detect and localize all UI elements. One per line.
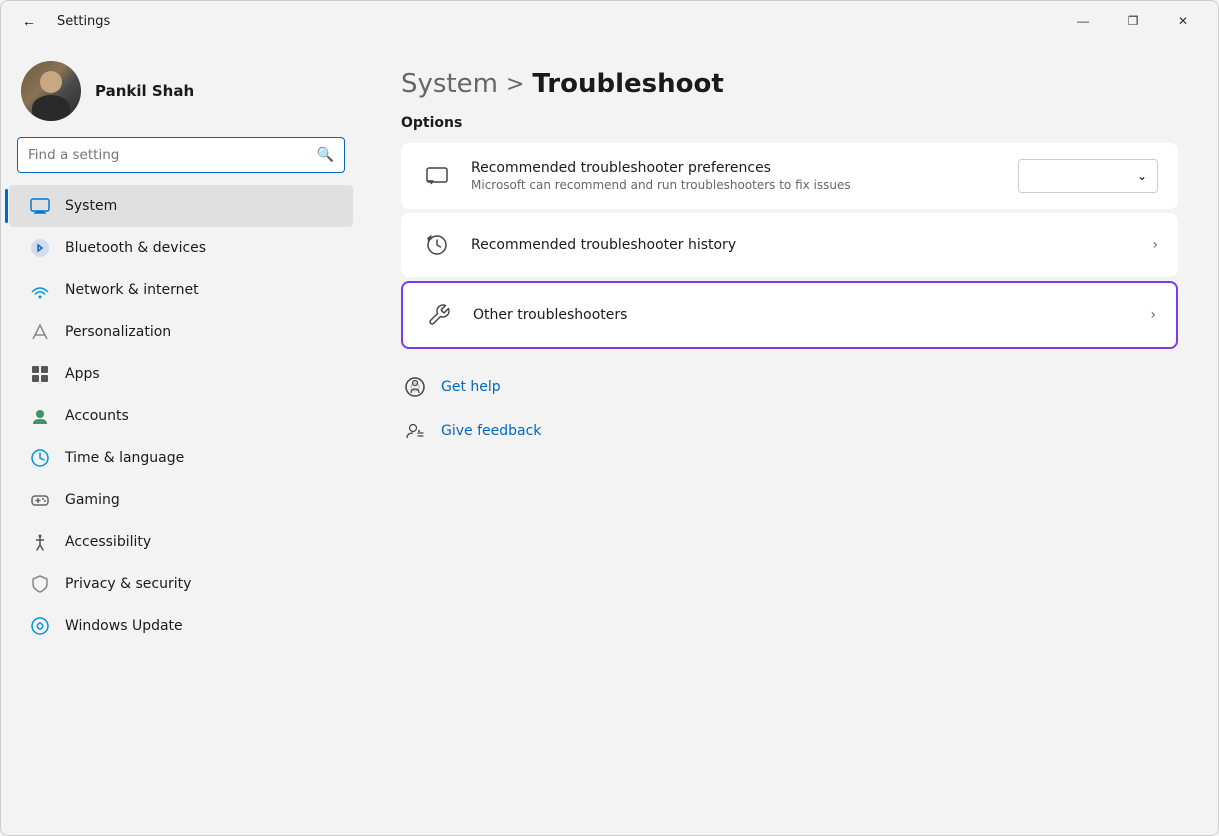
- chevron-right-icon: ›: [1150, 307, 1156, 323]
- history-text: Recommended troubleshooter history: [471, 237, 1134, 253]
- wrench-icon: [423, 299, 455, 331]
- accounts-icon: [29, 405, 51, 427]
- other-troubleshooters-right: ›: [1150, 307, 1156, 323]
- main-content: Pankil Shah 🔍: [1, 41, 1218, 835]
- get-help-icon: [401, 373, 429, 401]
- recommended-history-row[interactable]: Recommended troubleshooter history ›: [401, 213, 1178, 277]
- chevron-down-icon: ⌄: [1137, 169, 1147, 183]
- breadcrumb-current: Troubleshoot: [532, 69, 723, 99]
- accessibility-icon: [29, 531, 51, 553]
- sidebar-item-label: Accessibility: [65, 534, 151, 550]
- links-section: Get help Give feedback: [401, 369, 1178, 449]
- search-box: 🔍: [17, 137, 345, 173]
- sidebar-item-accounts[interactable]: Accounts: [9, 395, 353, 437]
- recommended-prefs-row[interactable]: Recommended troubleshooter preferences M…: [401, 143, 1178, 209]
- recommended-prefs-title: Recommended troubleshooter preferences: [471, 160, 1000, 176]
- sidebar-item-bluetooth[interactable]: Bluetooth & devices: [9, 227, 353, 269]
- recommended-history-card: Recommended troubleshooter history ›: [401, 213, 1178, 277]
- sidebar-item-label: Apps: [65, 366, 100, 382]
- user-profile[interactable]: Pankil Shah: [1, 41, 361, 137]
- search-input[interactable]: [28, 147, 309, 163]
- sidebar-item-accessibility[interactable]: Accessibility: [9, 521, 353, 563]
- sidebar-item-label: Time & language: [65, 450, 184, 466]
- sidebar-item-time[interactable]: Time & language: [9, 437, 353, 479]
- update-icon: [29, 615, 51, 637]
- minimize-button[interactable]: —: [1060, 5, 1106, 37]
- sidebar-item-label: Accounts: [65, 408, 129, 424]
- sidebar-item-label: Bluetooth & devices: [65, 240, 206, 256]
- gaming-icon: [29, 489, 51, 511]
- sidebar-item-apps[interactable]: Apps: [9, 353, 353, 395]
- avatar: [21, 61, 81, 121]
- give-feedback-icon: [401, 417, 429, 445]
- sidebar-item-label: Gaming: [65, 492, 120, 508]
- give-feedback-link[interactable]: Give feedback: [401, 413, 1178, 449]
- network-icon: [29, 279, 51, 301]
- other-troubleshooters-card: Other troubleshooters ›: [401, 281, 1178, 349]
- close-button[interactable]: ✕: [1160, 5, 1206, 37]
- breadcrumb: System > Troubleshoot: [401, 69, 1178, 99]
- sidebar-item-label: System: [65, 198, 117, 214]
- breadcrumb-parent: System: [401, 69, 498, 99]
- sidebar-item-update[interactable]: Windows Update: [9, 605, 353, 647]
- get-help-link[interactable]: Get help: [401, 369, 1178, 405]
- section-label: Options: [401, 115, 1178, 131]
- window-controls: — ❐ ✕: [1060, 5, 1206, 37]
- other-troubleshooters-title: Other troubleshooters: [473, 307, 1132, 323]
- history-title: Recommended troubleshooter history: [471, 237, 1134, 253]
- personalization-icon: [29, 321, 51, 343]
- breadcrumb-separator: >: [506, 72, 524, 97]
- sidebar-item-gaming[interactable]: Gaming: [9, 479, 353, 521]
- sidebar: Pankil Shah 🔍: [1, 41, 361, 835]
- apps-icon: [29, 363, 51, 385]
- maximize-button[interactable]: ❐: [1110, 5, 1156, 37]
- system-icon: [29, 195, 51, 217]
- sidebar-item-privacy[interactable]: Privacy & security: [9, 563, 353, 605]
- other-troubleshooters-row[interactable]: Other troubleshooters ›: [403, 283, 1176, 347]
- history-icon: [421, 229, 453, 261]
- settings-window: ← Settings — ❐ ✕ Pankil Shah 🔍: [0, 0, 1219, 836]
- time-icon: [29, 447, 51, 469]
- option-right-controls: ⌄: [1018, 159, 1158, 193]
- sidebar-nav: System Bluetooth & devices: [1, 185, 361, 647]
- give-feedback-label: Give feedback: [441, 423, 541, 439]
- privacy-icon: [29, 573, 51, 595]
- sidebar-item-label: Network & internet: [65, 282, 199, 298]
- bluetooth-icon: [29, 237, 51, 259]
- back-button[interactable]: ←: [13, 5, 45, 37]
- avatar-image: [21, 61, 81, 121]
- sidebar-item-network[interactable]: Network & internet: [9, 269, 353, 311]
- titlebar-left: ← Settings: [13, 5, 110, 37]
- recommended-prefs-card: Recommended troubleshooter preferences M…: [401, 143, 1178, 209]
- get-help-label: Get help: [441, 379, 501, 395]
- right-panel: System > Troubleshoot Options Recommen: [361, 41, 1218, 835]
- sidebar-item-label: Privacy & security: [65, 576, 191, 592]
- recommended-prefs-text: Recommended troubleshooter preferences M…: [471, 160, 1000, 192]
- sidebar-item-label: Personalization: [65, 324, 171, 340]
- titlebar: ← Settings — ❐ ✕: [1, 1, 1218, 41]
- chat-icon: [421, 160, 453, 192]
- prefs-dropdown[interactable]: ⌄: [1018, 159, 1158, 193]
- window-title: Settings: [57, 14, 110, 29]
- sidebar-item-label: Windows Update: [65, 618, 183, 634]
- user-name: Pankil Shah: [95, 82, 194, 100]
- sidebar-item-personalization[interactable]: Personalization: [9, 311, 353, 353]
- sidebar-item-system[interactable]: System: [9, 185, 353, 227]
- search-container: 🔍: [1, 137, 361, 185]
- other-troubleshooters-text: Other troubleshooters: [473, 307, 1132, 323]
- recommended-prefs-subtitle: Microsoft can recommend and run troubles…: [471, 178, 1000, 192]
- history-right: ›: [1152, 237, 1158, 253]
- chevron-right-icon: ›: [1152, 237, 1158, 253]
- search-icon: 🔍: [317, 147, 334, 163]
